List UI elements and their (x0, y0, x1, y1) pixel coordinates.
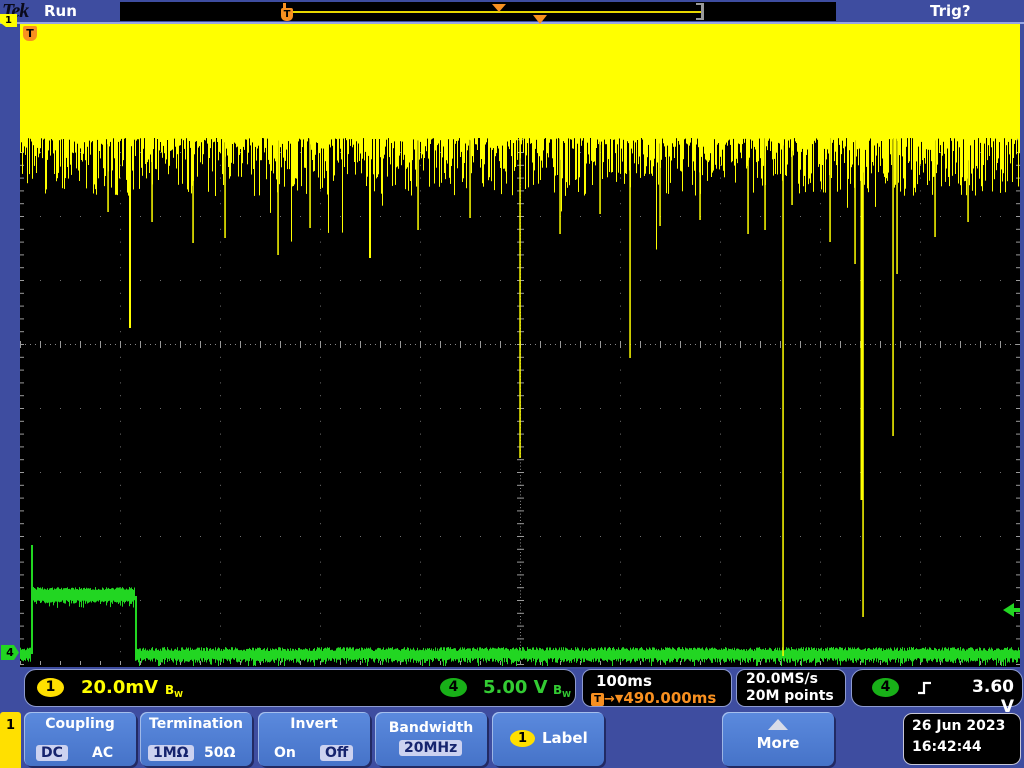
oscilloscope-screen: Tek Run T Trig? T 1 4 1 20.0mV BW 4 5.00… (0, 0, 1024, 768)
channel-readout-box: 1 20.0mV BW 4 5.00 V BW (24, 669, 576, 707)
timebase-readout-box[interactable]: 100ms T →▼490.000ms (582, 669, 732, 707)
channel-menu-tab[interactable]: 1 (0, 712, 21, 768)
invert-option-off[interactable]: Off (320, 745, 354, 761)
bandwidth-option-20mhz[interactable]: 20MHz (399, 740, 463, 756)
ch1-scale-readout[interactable]: 20.0mV (81, 677, 158, 698)
coupling-button[interactable]: Coupling DC AC (24, 712, 136, 766)
trigger-t-marker[interactable]: T (23, 26, 37, 41)
delay-value: 490.000ms (623, 689, 717, 707)
bandwidth-button[interactable]: Bandwidth 20MHz (375, 712, 487, 766)
sample-rate: 20.0MS/s (746, 671, 819, 687)
trigger-status: Trig? (930, 2, 971, 20)
bandwidth-title: Bandwidth (388, 720, 474, 736)
trigger-level-readout: 3.60 V (972, 677, 1014, 717)
bw-b: B (553, 683, 563, 697)
coupling-option-ac[interactable]: AC (92, 745, 113, 761)
trigger-readout-box[interactable]: 4 3.60 V (851, 669, 1023, 717)
rising-edge-icon (918, 681, 931, 695)
ch1-position-marker[interactable]: 1 (0, 14, 17, 27)
graticule: T (20, 15, 1020, 667)
ch4-badge[interactable]: 4 (440, 678, 467, 697)
trigger-source-badge: 4 (872, 678, 899, 697)
invert-title: Invert (290, 716, 338, 732)
ch1-bandwidth-limit-icon: BW (165, 679, 183, 699)
time-text: 16:42:44 (912, 739, 982, 755)
window-right-bracket-serif-bottom (696, 18, 704, 20)
trigger-position-icon[interactable] (492, 4, 506, 12)
timebase-scale: 100ms (596, 672, 652, 690)
bw-w: W (562, 690, 571, 699)
acquisition-status: Run (44, 2, 77, 20)
coupling-title: Coupling (45, 716, 115, 732)
coupling-option-dc[interactable]: DC (36, 745, 68, 761)
ch4-scale-readout[interactable]: 5.00 V (483, 677, 548, 698)
ch1-badge: 1 (510, 730, 535, 747)
datetime-box: 26 Jun 2023 16:42:44 (903, 713, 1021, 765)
ch4-bandwidth-limit-icon: BW (553, 679, 571, 699)
acquisition-readout-box: 20.0MS/s 20M points (736, 669, 846, 707)
record-view-bar[interactable]: T (120, 2, 836, 21)
bw-b: B (165, 683, 175, 697)
label-button[interactable]: 1 Label (492, 712, 604, 766)
bw-w: W (174, 690, 183, 699)
ch1-badge[interactable]: 1 (37, 678, 64, 697)
invert-option-on[interactable]: On (274, 745, 296, 761)
record-length: 20M points (746, 688, 834, 704)
more-button-text: More (756, 734, 800, 752)
window-right-bracket-serif-top (696, 3, 704, 5)
invert-button[interactable]: Invert On Off (258, 712, 370, 766)
trigger-position-triangle-icon[interactable] (533, 15, 547, 24)
date-text: 26 Jun 2023 (912, 718, 1006, 734)
termination-option-50ohm[interactable]: 50Ω (204, 745, 235, 761)
top-status-bar: Tek Run T Trig? (0, 0, 1024, 23)
termination-button[interactable]: Termination 1MΩ 50Ω (140, 712, 252, 766)
more-button[interactable]: More (722, 712, 834, 766)
trigger-t-icon: T (591, 693, 604, 706)
termination-title: Termination (149, 716, 243, 732)
ch4-ground-marker[interactable]: 4 (1, 645, 19, 660)
termination-option-1mohm[interactable]: 1MΩ (148, 745, 194, 761)
label-button-text: Label (542, 729, 588, 747)
window-trigger-tag: T (281, 8, 293, 21)
arrow-up-icon (768, 719, 788, 730)
trigger-delay-readout: T →▼490.000ms (591, 689, 716, 707)
arrow-right-icon: → (604, 692, 615, 707)
waveform-display (20, 24, 1020, 666)
